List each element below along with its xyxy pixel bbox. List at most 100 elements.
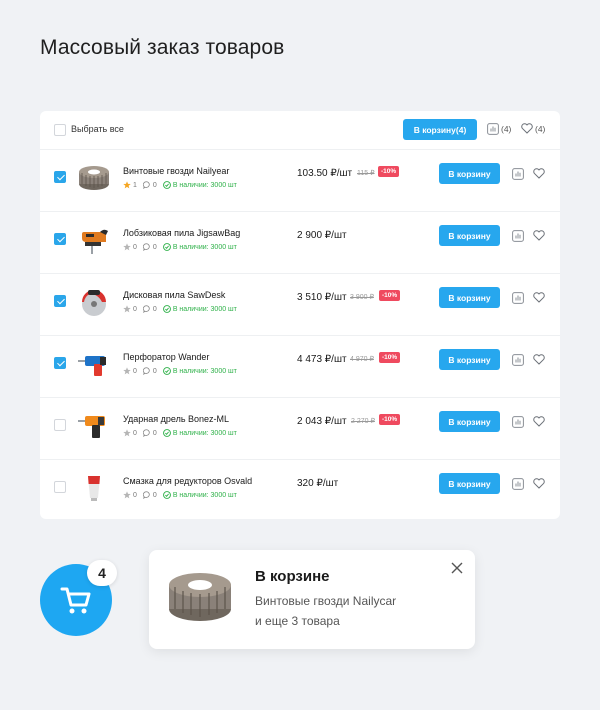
product-thumbnail[interactable]: [76, 410, 112, 442]
stock-status: В наличии: 3000 шт: [162, 429, 237, 437]
compare-icon[interactable]: [512, 416, 524, 428]
comments: 0: [142, 243, 157, 251]
row-checkbox[interactable]: [54, 233, 66, 245]
select-all-checkbox[interactable]: [54, 124, 66, 136]
cart-notification: В корзине Винтовые гвозди Nailycar и еще…: [149, 550, 475, 649]
discount-badge: -10%: [379, 290, 401, 301]
add-to-cart-button[interactable]: В корзину: [439, 163, 500, 184]
rating: 0: [123, 429, 137, 437]
check-circle-icon: [162, 491, 171, 499]
comments: 0: [142, 181, 157, 189]
product-thumbnail[interactable]: [76, 224, 112, 256]
price: 320 ₽/шт: [297, 478, 339, 489]
stock-status: В наличии: 3000 шт: [162, 243, 237, 251]
comment-icon: [142, 367, 151, 375]
product-name[interactable]: Дисковая пила SawDesk: [123, 290, 225, 300]
row-checkbox[interactable]: [54, 481, 66, 493]
old-price: 115 ₽: [357, 170, 375, 177]
heart-icon[interactable]: [533, 478, 545, 489]
comment-icon: [142, 491, 151, 499]
toast-product-image: [165, 565, 235, 629]
star-icon: [123, 243, 131, 251]
nails-icon: [169, 573, 231, 621]
star-icon: [123, 429, 131, 437]
comments: 0: [142, 491, 157, 499]
circular-saw-icon: [82, 290, 106, 316]
add-to-cart-button[interactable]: В корзину: [439, 411, 500, 432]
product-name[interactable]: Лобзиковая пила JigsawBag: [123, 228, 240, 238]
rating: 0: [123, 367, 137, 375]
heart-icon: [521, 123, 533, 134]
product-meta: 0 0 В наличии: 3000 шт: [123, 491, 237, 499]
product-name[interactable]: Ударная дрель Bonez-ML: [123, 414, 229, 424]
comment-icon: [142, 429, 151, 437]
stock-status: В наличии: 3000 шт: [162, 305, 237, 313]
product-name[interactable]: Перфоратор Wander: [123, 352, 209, 362]
product-thumbnail[interactable]: [76, 472, 112, 504]
product-meta: 0 0 В наличии: 3000 шт: [123, 367, 237, 375]
compare-icon[interactable]: [512, 478, 524, 490]
product-meta: 0 0 В наличии: 3000 шт: [123, 305, 237, 313]
discount-badge: -10%: [379, 352, 401, 363]
comment-icon: [142, 181, 151, 189]
compare-icon[interactable]: [512, 230, 524, 242]
product-meta: 0 0 В наличии: 3000 шт: [123, 429, 237, 437]
toast-title: В корзине: [255, 568, 330, 585]
add-to-cart-button[interactable]: В корзину: [439, 225, 500, 246]
heart-icon[interactable]: [533, 168, 545, 179]
star-icon: [123, 305, 131, 313]
product-row: Дисковая пила SawDesk 0 0 В наличии: 300…: [40, 273, 560, 335]
add-to-cart-button[interactable]: В корзину: [439, 473, 500, 494]
add-to-cart-button[interactable]: В корзину: [439, 287, 500, 308]
product-name[interactable]: Смазка для редукторов Osvald: [123, 476, 252, 486]
heart-icon[interactable]: [533, 416, 545, 427]
stock-status: В наличии: 3000 шт: [162, 181, 237, 189]
product-row: Перфоратор Wander 0 0 В наличии: 3000 шт…: [40, 335, 560, 397]
product-thumbnail[interactable]: [76, 286, 112, 318]
compare-icon: [487, 123, 499, 135]
row-checkbox[interactable]: [54, 357, 66, 369]
comment-icon: [142, 305, 151, 313]
add-to-cart-button[interactable]: В корзину: [439, 349, 500, 370]
row-checkbox[interactable]: [54, 295, 66, 307]
rating: 0: [123, 243, 137, 251]
heart-icon[interactable]: [533, 292, 545, 303]
compare-icon[interactable]: [512, 292, 524, 304]
rating: 1: [123, 181, 137, 189]
nails-icon: [79, 166, 109, 190]
stock-status: В наличии: 3000 шт: [162, 367, 237, 375]
product-row: Лобзиковая пила JigsawBag 0 0 В наличии:…: [40, 211, 560, 273]
check-circle-icon: [162, 243, 171, 251]
product-row: Ударная дрель Bonez-ML 0 0 В наличии: 30…: [40, 397, 560, 459]
comments: 0: [142, 305, 157, 313]
add-selected-to-cart-button[interactable]: В корзину(4): [403, 119, 477, 140]
price: 103.50 ₽/шт: [297, 168, 353, 179]
impact-drill-icon: [78, 416, 105, 438]
select-all-label: Выбрать все: [71, 124, 124, 134]
star-icon: [123, 181, 131, 189]
product-row: Винтовые гвозди Nailyear 1 0 В наличии: …: [40, 149, 560, 211]
row-checkbox[interactable]: [54, 171, 66, 183]
comments: 0: [142, 429, 157, 437]
price: 4 473 ₽/шт: [297, 354, 347, 365]
compare-link[interactable]: (4): [487, 123, 511, 135]
heart-icon[interactable]: [533, 354, 545, 365]
check-circle-icon: [162, 429, 171, 437]
compare-icon[interactable]: [512, 168, 524, 180]
product-row: Смазка для редукторов Osvald 0 0 В налич…: [40, 459, 560, 521]
compare-icon[interactable]: [512, 354, 524, 366]
favorites-link[interactable]: (4): [521, 123, 545, 134]
stock-status: В наличии: 3000 шт: [162, 491, 237, 499]
product-thumbnail[interactable]: [76, 348, 112, 380]
old-price: 4 970 ₽: [350, 356, 374, 363]
price: 2 900 ₽/шт: [297, 230, 347, 241]
close-icon[interactable]: [451, 562, 463, 574]
product-name[interactable]: Винтовые гвозди Nailyear: [123, 166, 229, 176]
check-circle-icon: [162, 367, 171, 375]
old-price: 3 900 ₽: [350, 294, 374, 301]
check-circle-icon: [162, 181, 171, 189]
grease-tube-icon: [88, 476, 100, 501]
row-checkbox[interactable]: [54, 419, 66, 431]
heart-icon[interactable]: [533, 230, 545, 241]
product-thumbnail[interactable]: [76, 162, 112, 194]
